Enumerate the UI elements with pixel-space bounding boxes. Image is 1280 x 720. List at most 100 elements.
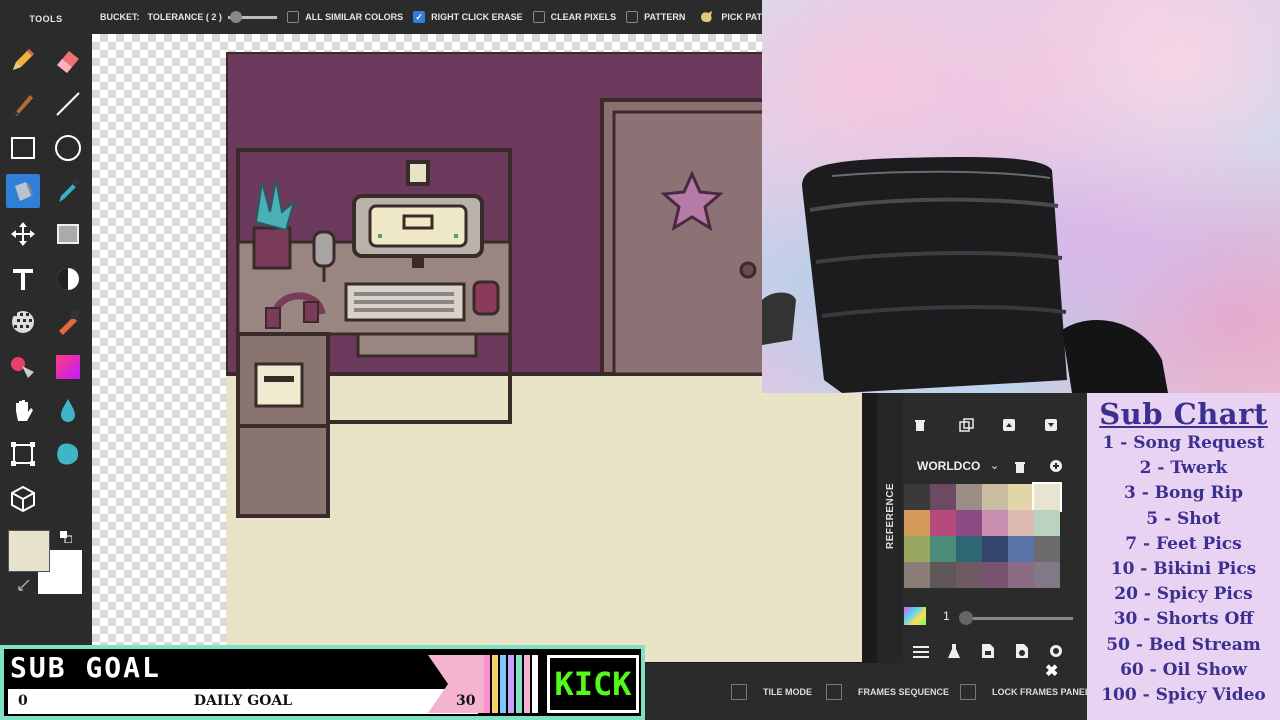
dither-icon[interactable] <box>6 305 40 339</box>
lock-frames-toggle[interactable]: LOCK FRAMES PANEL <box>960 684 1090 700</box>
palette-swatch[interactable] <box>1008 562 1034 588</box>
crop-icon[interactable] <box>6 437 40 471</box>
tolerance-slider[interactable] <box>227 10 278 23</box>
checkbox[interactable] <box>287 11 300 23</box>
move-down-icon[interactable] <box>1044 418 1058 437</box>
hand-icon[interactable] <box>6 394 40 428</box>
palette-swatch[interactable] <box>904 562 930 588</box>
chevron-down-icon[interactable]: ⌄ <box>990 459 999 472</box>
top-toolbar: BUCKET: TOLERANCE ( 2 ) ALL SIMILAR COLO… <box>92 0 762 34</box>
frames-sequence-label: FRAMES SEQUENCE <box>858 687 950 697</box>
palette-name[interactable]: WORLDCO <box>917 459 980 473</box>
text-icon[interactable] <box>6 262 40 296</box>
palette-swatch[interactable] <box>1034 562 1060 588</box>
goal-progress-bar: 0 DAILY GOAL <box>8 689 478 714</box>
opacity-hslider[interactable] <box>961 617 1073 620</box>
eraser-icon[interactable] <box>51 43 85 77</box>
pattern-toggle[interactable]: PATTERN <box>626 11 685 23</box>
eyedropper-icon[interactable] <box>51 174 85 208</box>
ellipse-icon[interactable] <box>51 131 85 165</box>
right-click-erase-toggle[interactable]: ✓ RIGHT CLICK ERASE <box>413 11 523 23</box>
palette-swatch[interactable] <box>982 562 1008 588</box>
tolerance-label: TOLERANCE ( 2 ) <box>147 12 222 22</box>
palette-swatch[interactable] <box>930 562 956 588</box>
pick-pattern-button[interactable]: PICK PAT <box>699 10 762 24</box>
palette-swatch[interactable] <box>930 484 956 510</box>
settings-icon[interactable] <box>1049 644 1063 663</box>
checkbox[interactable] <box>731 684 747 700</box>
line-icon[interactable] <box>51 87 85 121</box>
palette-swatch[interactable] <box>982 484 1008 510</box>
sub-chart-row: 60 - Oil Show <box>1120 659 1247 680</box>
palette-swatch[interactable] <box>930 510 956 536</box>
checkbox[interactable] <box>532 11 545 23</box>
move-up-icon[interactable] <box>1002 418 1016 437</box>
clear-pixels-toggle[interactable]: CLEAR PIXELS <box>532 11 616 23</box>
palette-swatch[interactable] <box>956 536 982 562</box>
checkbox[interactable] <box>626 11 639 23</box>
tile-mode-toggle[interactable]: TILE MODE <box>731 684 812 700</box>
gradient-icon[interactable] <box>51 350 85 384</box>
select-icon[interactable] <box>51 217 85 251</box>
palette-swatch[interactable] <box>904 484 930 510</box>
color-replace-icon[interactable] <box>6 350 40 384</box>
palette-swatch[interactable] <box>1008 484 1034 510</box>
tools-title: TOOLS <box>29 14 63 24</box>
drop-icon[interactable] <box>51 394 85 428</box>
opacity-hslider-knob[interactable] <box>959 611 973 625</box>
palette-swatch[interactable] <box>930 536 956 562</box>
checkbox[interactable] <box>826 684 842 700</box>
palette-swatch[interactable] <box>904 536 930 562</box>
palette-swatch[interactable] <box>1008 510 1034 536</box>
blob-icon[interactable] <box>51 437 85 471</box>
add-color-icon[interactable] <box>1049 459 1063 478</box>
move-icon[interactable] <box>6 217 40 251</box>
goal-max: 30 <box>456 693 476 709</box>
close-icon[interactable]: ✖ <box>1045 664 1059 680</box>
stamp-icon[interactable] <box>51 305 85 339</box>
kick-logo: KICK <box>547 655 639 713</box>
checkbox-checked[interactable]: ✓ <box>413 11 426 23</box>
pattern-icon <box>701 11 713 23</box>
rainbow-color-icon[interactable] <box>904 607 926 625</box>
layers-list-icon[interactable] <box>913 645 929 664</box>
cube-icon[interactable] <box>6 482 40 516</box>
brush-icon[interactable] <box>6 87 40 121</box>
rectangle-icon[interactable] <box>6 131 40 165</box>
contrast-icon[interactable] <box>51 262 85 296</box>
sub-chart-overlay: Sub Chart 1 - Song Request 2 - Twerk 3 - B… <box>1087 393 1280 720</box>
pencil-icon[interactable] <box>6 43 40 77</box>
reset-colors-icon[interactable] <box>18 578 30 591</box>
export-file-icon[interactable] <box>981 643 995 664</box>
tools-panel: TOOLS <box>0 0 135 645</box>
palette-swatch[interactable] <box>982 510 1008 536</box>
sub-chart-row: 2 - Twerk <box>1139 458 1228 479</box>
palette-swatch[interactable] <box>956 562 982 588</box>
palette-swatch[interactable] <box>956 510 982 536</box>
duplicate-frame-icon[interactable] <box>959 418 975 437</box>
right-click-erase-label: RIGHT CLICK ERASE <box>431 12 523 22</box>
palette-swatch[interactable] <box>982 536 1008 562</box>
sub-goal-widget: SUB GOAL 0 DAILY GOAL 30 KICK <box>0 645 645 720</box>
palette-swatch[interactable] <box>1034 536 1060 562</box>
checkbox[interactable] <box>960 684 976 700</box>
palette-swatch[interactable] <box>956 484 982 510</box>
opacity-value: 1 <box>943 609 950 623</box>
palette-swatch[interactable] <box>1008 536 1034 562</box>
delete-palette-icon[interactable] <box>1014 460 1026 478</box>
lock-frames-label: LOCK FRAMES PANEL <box>992 687 1091 697</box>
palette-swatch[interactable] <box>1034 510 1060 536</box>
swap-colors-icon[interactable] <box>60 530 73 544</box>
palette-swatch[interactable] <box>1032 482 1062 512</box>
flask-icon[interactable] <box>947 643 961 664</box>
reference-tab[interactable]: REFERENCE <box>877 393 903 663</box>
palette-swatch[interactable] <box>904 510 930 536</box>
bucket-icon[interactable] <box>6 174 40 208</box>
primary-color[interactable] <box>8 530 50 572</box>
all-similar-colors-toggle[interactable]: ALL SIMILAR COLORS <box>287 11 403 23</box>
sub-chart-row: 5 - Shot <box>1146 508 1221 529</box>
delete-frame-icon[interactable] <box>913 418 927 437</box>
frames-sequence-toggle[interactable]: FRAMES SEQUENCE <box>826 684 949 700</box>
all-similar-colors-label: ALL SIMILAR COLORS <box>305 12 404 22</box>
import-file-icon[interactable] <box>1015 643 1029 664</box>
